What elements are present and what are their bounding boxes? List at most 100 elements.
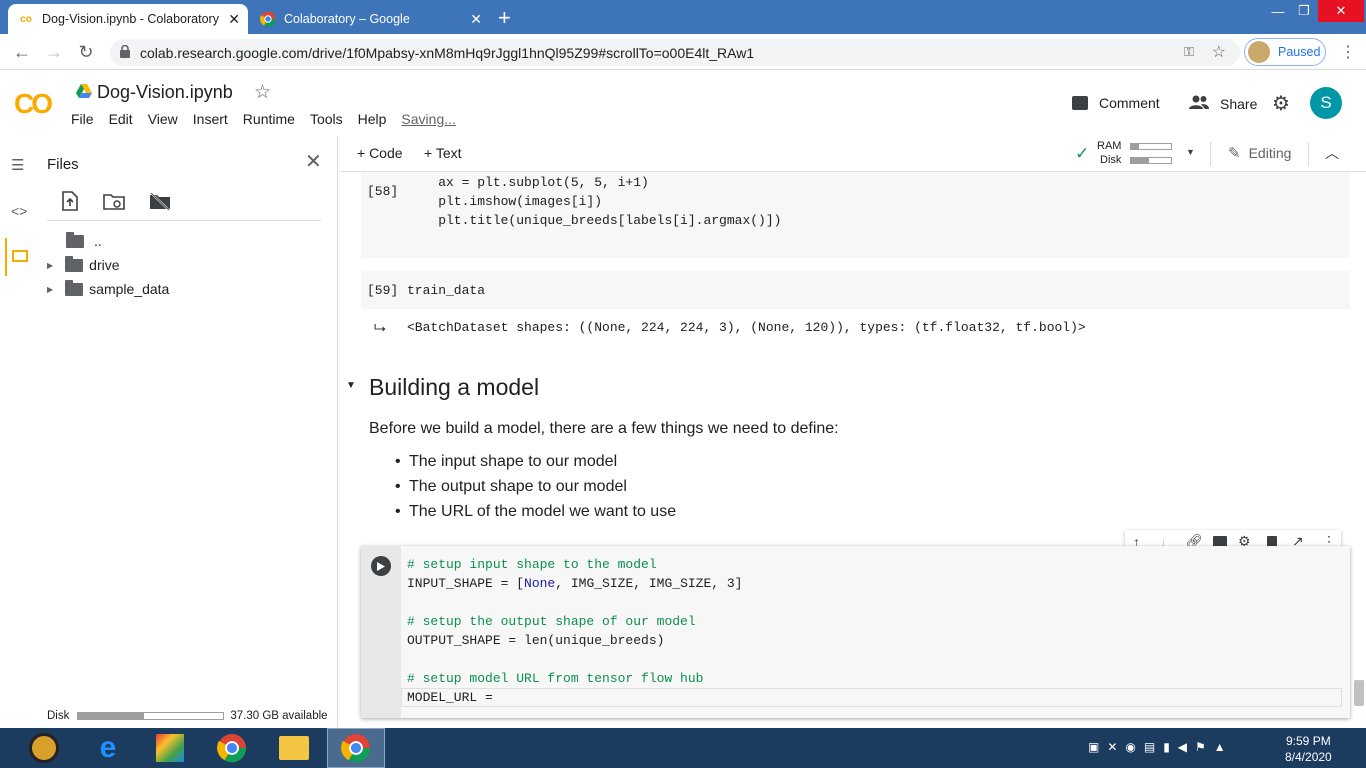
colab-header: CO Dog-Vision.ipynb ☆ File Edit View Ins… xyxy=(0,70,1366,136)
bullet-dot: • xyxy=(395,453,401,470)
notebook-toolbar: + Code + Text ✓ RAM Disk ▼ ✎ Editing ︿ xyxy=(339,136,1366,172)
chrome-profile-icon[interactable] xyxy=(340,732,372,764)
media-app-icon[interactable] xyxy=(154,732,186,764)
resource-monitor[interactable]: RAM Disk xyxy=(1097,139,1177,169)
upload-file-icon[interactable] xyxy=(62,191,78,216)
unmount-drive-icon[interactable] xyxy=(149,192,171,215)
browser-menu-icon[interactable]: ⋮ xyxy=(1340,42,1356,62)
close-tab-icon[interactable]: ✕ xyxy=(470,11,482,28)
disk-label: Disk xyxy=(47,710,70,722)
files-panel: Files ✕ .. ▶ drive ▶ sample_data Disk 37… xyxy=(38,136,338,728)
minimize-button[interactable]: — xyxy=(1266,0,1290,22)
menu-tools[interactable]: Tools xyxy=(310,111,343,127)
profile-paused-button[interactable]: Paused xyxy=(1244,38,1326,66)
refresh-folder-icon[interactable] xyxy=(103,193,125,215)
tree-item-drive[interactable]: ▶ drive xyxy=(47,255,120,273)
menu-file[interactable]: File xyxy=(71,111,94,127)
resource-dropdown-icon[interactable]: ▼ xyxy=(1186,147,1195,157)
toc-icon[interactable]: ☰ xyxy=(11,156,24,174)
address-bar: ← → ↻ colab.research.google.com/drive/1f… xyxy=(0,34,1366,70)
saving-status[interactable]: Saving... xyxy=(401,111,455,127)
tab-colaboratory-google[interactable]: Colaboratory – Google ✕ xyxy=(250,4,490,34)
share-people-icon xyxy=(1188,95,1210,112)
share-label: Share xyxy=(1220,95,1258,112)
editing-mode-button[interactable]: ✎ Editing xyxy=(1228,144,1291,162)
url-text: colab.research.google.com/drive/1f0Mpabs… xyxy=(140,44,755,61)
active-code-cell[interactable]: # setup input shape to the model INPUT_S… xyxy=(361,546,1350,718)
notebook-title[interactable]: Dog-Vision.ipynb xyxy=(97,82,233,103)
window-close-button[interactable]: ✕ xyxy=(1318,0,1364,22)
output-redirect-icon[interactable]: ⮡ xyxy=(374,320,386,337)
add-text-button[interactable]: + Text xyxy=(424,145,462,161)
start-button[interactable] xyxy=(28,732,60,764)
bookmark-star-icon[interactable]: ☆ xyxy=(1212,42,1226,62)
tab-title: Colaboratory – Google xyxy=(284,12,410,26)
tree-item-sample-data[interactable]: ▶ sample_data xyxy=(47,279,170,297)
colab-logo[interactable]: CO xyxy=(14,88,53,120)
menu-bar: File Edit View Insert Runtime Tools Help… xyxy=(71,111,471,127)
collapse-header-icon[interactable]: ︿ xyxy=(1325,143,1339,163)
menu-help[interactable]: Help xyxy=(358,111,387,127)
code-cell-58[interactable]: [58] ax = plt.subplot(5, 5, i+1) plt.ims… xyxy=(361,172,1350,258)
files-folder-icon[interactable] xyxy=(12,250,28,262)
ram-bar xyxy=(1130,143,1172,150)
comment-label: Comment xyxy=(1099,95,1160,111)
menu-runtime[interactable]: Runtime xyxy=(243,111,295,127)
code-token: INPUT_SHAPE = [ xyxy=(407,576,525,591)
reload-icon[interactable]: ↻ xyxy=(74,40,98,64)
collapse-section-icon[interactable]: ▼ xyxy=(346,380,356,391)
tree-item-parent[interactable]: .. xyxy=(66,231,102,249)
expand-caret-icon[interactable]: ▶ xyxy=(47,285,53,294)
files-panel-title: Files xyxy=(47,156,79,173)
back-icon[interactable]: ← xyxy=(10,40,34,64)
settings-gear-icon[interactable]: ⚙ xyxy=(1272,91,1290,116)
code-cell-59[interactable]: [59] train_data xyxy=(361,271,1350,309)
menu-view[interactable]: View xyxy=(148,111,178,127)
tab-title: Dog-Vision.ipynb - Colaboratory xyxy=(42,12,219,26)
bullet-item: The URL of the model we want to use xyxy=(409,503,677,520)
disk-usage-bar xyxy=(77,712,225,720)
menu-insert[interactable]: Insert xyxy=(193,111,228,127)
clock-date: 8/4/2020 xyxy=(1285,750,1332,764)
comment-button[interactable]: Comment xyxy=(1072,95,1160,111)
toolbar-divider xyxy=(1210,142,1211,166)
menu-edit[interactable]: Edit xyxy=(109,111,133,127)
cell-prompt: [58] xyxy=(367,184,399,199)
connected-check-icon: ✓ xyxy=(1075,144,1090,163)
chrome-favicon-icon xyxy=(260,11,276,27)
internet-explorer-icon[interactable]: e xyxy=(92,731,124,764)
expand-caret-icon[interactable]: ▶ xyxy=(47,261,53,270)
ram-label: RAM xyxy=(1097,140,1122,152)
code-line: OUTPUT_SHAPE = len(unique_breeds) xyxy=(407,633,665,648)
add-code-button[interactable]: + Code xyxy=(357,145,403,161)
run-cell-button[interactable] xyxy=(371,556,391,576)
windows-taskbar: e ▣✕◉▤▮◀⚑▲ 9:59 PM 8/4/2020 xyxy=(0,728,1366,768)
tray-icons[interactable]: ▣✕◉▤▮◀⚑▲ xyxy=(1088,740,1234,754)
paused-label: Paused xyxy=(1278,45,1321,59)
notebook-content: [58] ax = plt.subplot(5, 5, i+1) plt.ims… xyxy=(339,172,1366,728)
forward-icon[interactable]: → xyxy=(42,40,66,64)
close-panel-icon[interactable]: ✕ xyxy=(305,149,322,174)
key-icon[interactable]: ⚿ xyxy=(1184,44,1194,60)
disk-bar-small xyxy=(1130,157,1172,164)
omnibox[interactable]: colab.research.google.com/drive/1f0Mpabs… xyxy=(110,39,1240,66)
file-explorer-icon[interactable] xyxy=(278,732,310,764)
editing-label: Editing xyxy=(1248,145,1292,161)
maximize-button[interactable]: ❐ xyxy=(1292,0,1316,22)
bullet-item: The output shape to our model xyxy=(409,478,627,495)
tree-item-label: sample_data xyxy=(89,281,170,297)
star-icon[interactable]: ☆ xyxy=(254,81,271,104)
code-snippets-icon[interactable]: <> xyxy=(11,203,27,219)
share-button[interactable]: Share xyxy=(1188,95,1257,112)
section-heading: Building a model xyxy=(369,374,540,400)
scrollbar-thumb[interactable] xyxy=(1354,680,1364,706)
colab-favicon-icon: co xyxy=(20,13,32,25)
chrome-icon[interactable] xyxy=(216,732,248,764)
tab-dog-vision[interactable]: co Dog-Vision.ipynb - Colaboratory ✕ xyxy=(8,4,248,34)
close-tab-icon[interactable]: ✕ xyxy=(228,11,240,28)
new-tab-button[interactable]: + xyxy=(498,5,511,31)
toolbar-divider xyxy=(47,220,321,221)
tree-item-label: .. xyxy=(94,233,102,249)
user-avatar[interactable]: S xyxy=(1310,87,1342,119)
system-clock[interactable]: 9:59 PM 8/4/2020 xyxy=(1285,733,1332,765)
